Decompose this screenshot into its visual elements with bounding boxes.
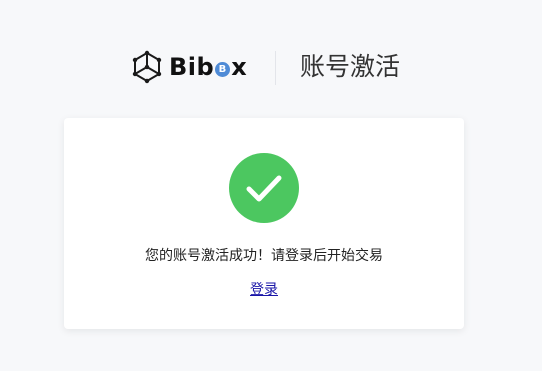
header: Bib B x 账号激活 — [0, 44, 542, 90]
coin-icon: B — [215, 61, 231, 77]
login-link[interactable]: 登录 — [250, 282, 278, 298]
login-link-container: 登录 — [64, 280, 464, 300]
cube-logo-icon — [132, 50, 162, 84]
page-title: 账号激活 — [300, 52, 401, 81]
success-message: 您的账号激活成功！请登录后开始交易 — [145, 248, 383, 264]
header-divider — [275, 51, 276, 85]
activation-card: 您的账号激活成功！请登录后开始交易 登录 — [64, 118, 464, 329]
logo-wordmark: Bib B x — [169, 55, 247, 79]
bibox-logo[interactable]: Bib B x — [130, 50, 254, 84]
logo-text-prefix: Bib — [169, 53, 215, 81]
success-check-icon — [229, 153, 299, 223]
logo-text-suffix: x — [231, 53, 248, 81]
